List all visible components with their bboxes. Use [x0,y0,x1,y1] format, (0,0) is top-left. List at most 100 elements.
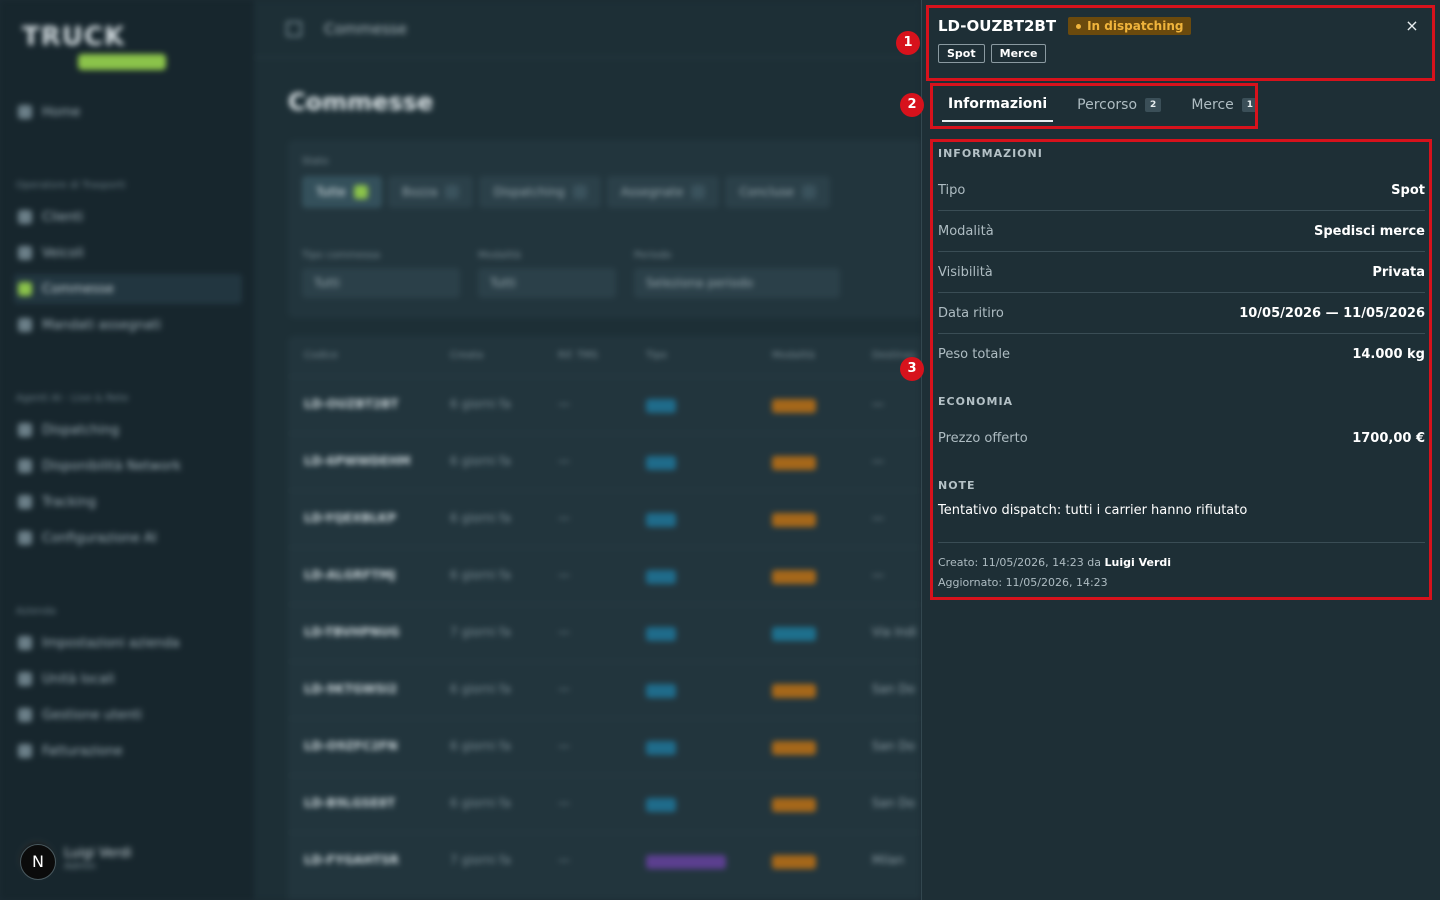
modalita-select[interactable]: Tutti [478,268,616,298]
filter-label: Modalità [478,250,521,261]
annotation-marker: 3 [900,357,924,381]
filter-label: Tipo commessa [302,250,381,261]
chip-label: Dispatching [493,185,565,199]
chip-label: Tutte [316,185,346,199]
sidebar-toggle-icon[interactable] [286,20,302,37]
annotation-box-header [926,5,1435,81]
clients-icon [18,210,32,224]
table-row[interactable]: LD-YQEXBLKP 6 giorni fa — — [288,490,921,547]
tipo-badge [646,798,676,812]
sidebar-item-label: Tracking [42,494,97,510]
row-ref: — [558,796,570,810]
select-value: Tutti [314,276,340,290]
sidebar-item-tracking[interactable]: Tracking [14,487,242,517]
modalita-badge [772,684,816,698]
row-date: 6 giorni fa [450,682,511,696]
sidebar-section-label: Agenti AI - Live & Rete [16,393,129,404]
sidebar-item-dispatching[interactable]: Dispatching [14,415,242,445]
home-icon [18,105,32,119]
sidebar-item-label: Commesse [42,281,114,297]
table-row[interactable]: LD-B9LGSE8T 6 giorni fa — San Do [288,775,921,832]
sidebar-item-network[interactable]: Disponibilità Network [14,451,242,481]
chip-count [801,185,816,199]
modalita-badge [772,798,816,812]
chip-tutte[interactable]: Tutte [302,176,382,208]
tipo-select[interactable]: Tutti [302,268,460,298]
row-code: LD-YQEXBLKP [304,511,397,525]
row-date: 6 giorni fa [450,511,511,525]
table-row[interactable]: LD-FYGAHTSR 7 giorni fa — Milan [288,832,921,889]
user-role: Admin [64,861,96,872]
modalita-badge [772,570,816,584]
sidebar-item-config-ai[interactable]: Configurazione AI [14,523,242,553]
annotation-box-content [930,139,1432,600]
sidebar-item-label: Configurazione AI [42,530,157,546]
chip-count [353,185,368,199]
column-header: Rif. TMS [558,350,598,361]
gear-icon [18,531,32,545]
sidebar-section-label: Operatore di Trasporti [16,180,126,191]
table-row[interactable]: LD-TBVHPNUG 7 giorni fa — Via Indi [288,604,921,661]
row-code: LD-OUZBT2BT [304,397,399,411]
periodo-picker[interactable]: Seleziona periodo [634,268,840,298]
row-dest: Via Indi [872,625,917,639]
row-code: LD-9KTGWSI2 [304,682,398,696]
column-header[interactable]: Codice [304,350,338,361]
tipo-badge [646,741,676,755]
topbar: Commesse [254,0,921,58]
table-row[interactable]: LD-ALGRFTMJ 6 giorni fa — — [288,547,921,604]
table-row[interactable]: LD-O9ZFC2FN 6 giorni fa — San Do [288,718,921,775]
logo-text: TRUCK [22,22,126,52]
modalita-badge [772,513,816,527]
page-title: Commesse [288,88,434,116]
row-dest: San Do [872,739,915,753]
row-ref: — [558,511,570,525]
table-row[interactable]: LD-6PWWDEHM 6 giorni fa — — [288,433,921,490]
sidebar-item-home[interactable]: Home [14,97,242,127]
breadcrumb: Commesse [324,19,407,38]
row-date: 6 giorni fa [450,796,511,810]
annotation-marker: 1 [896,31,920,55]
chip-dispatching[interactable]: Dispatching [479,176,601,208]
modalita-badge [772,399,816,413]
network-icon [18,459,32,473]
app-logo: TRUCK [22,22,166,70]
table-row[interactable]: LD-9KTGWSI2 6 giorni fa — San Do [288,661,921,718]
table-row[interactable]: LD-OUZBT2BT 6 giorni fa — — [288,376,921,433]
sidebar-item-impostazioni[interactable]: Impostazioni azienda [14,628,242,658]
row-dest: San Do [872,682,915,696]
sidebar-item-clienti[interactable]: Clienti [14,202,242,232]
row-ref: — [558,454,570,468]
sidebar-item-label: Impostazioni azienda [42,635,180,651]
tipo-badge [646,684,676,698]
row-dest: San Do [872,796,915,810]
sidebar-item-unita[interactable]: Unità locali [14,664,242,694]
sidebar-item-label: Mandati assegnati [42,317,162,333]
row-ref: — [558,568,570,582]
sidebar-item-utenti[interactable]: Gestione utenti [14,700,242,730]
sidebar-item-label: Fatturazione [42,743,123,759]
background-app: TRUCK Home Operatore di Trasporti Client… [0,0,921,900]
document-icon [18,318,32,332]
row-ref: — [558,682,570,696]
filter-label: Periodo [634,250,672,261]
row-dest: — [872,454,884,468]
sidebar-item-commesse[interactable]: Commesse [14,274,242,304]
sidebar-item-fatturazione[interactable]: Fatturazione [14,736,242,766]
column-header[interactable]: Creata [450,350,483,361]
sidebar-item-veicoli[interactable]: Veicoli [14,238,242,268]
chip-label: Bozza [401,185,438,199]
row-date: 6 giorni fa [450,739,511,753]
row-ref: — [558,397,570,411]
chip-bozza[interactable]: Bozza [387,176,474,208]
chip-assegnate[interactable]: Assegnate [606,176,720,208]
dev-tools-button[interactable]: N [20,844,56,880]
sidebar-item-mandati[interactable]: Mandati assegnati [14,310,242,340]
main-content: Commesse Commesse Stato Tutte Bozza Disp… [254,0,921,900]
building-icon [18,636,32,650]
orders-table: Codice Creata Rif. TMS Tipo Modalità Des… [288,336,921,900]
chip-concluse[interactable]: Concluse [725,176,830,208]
tipo-badge [646,456,676,470]
tracking-icon [18,495,32,509]
row-date: 7 giorni fa [450,625,511,639]
